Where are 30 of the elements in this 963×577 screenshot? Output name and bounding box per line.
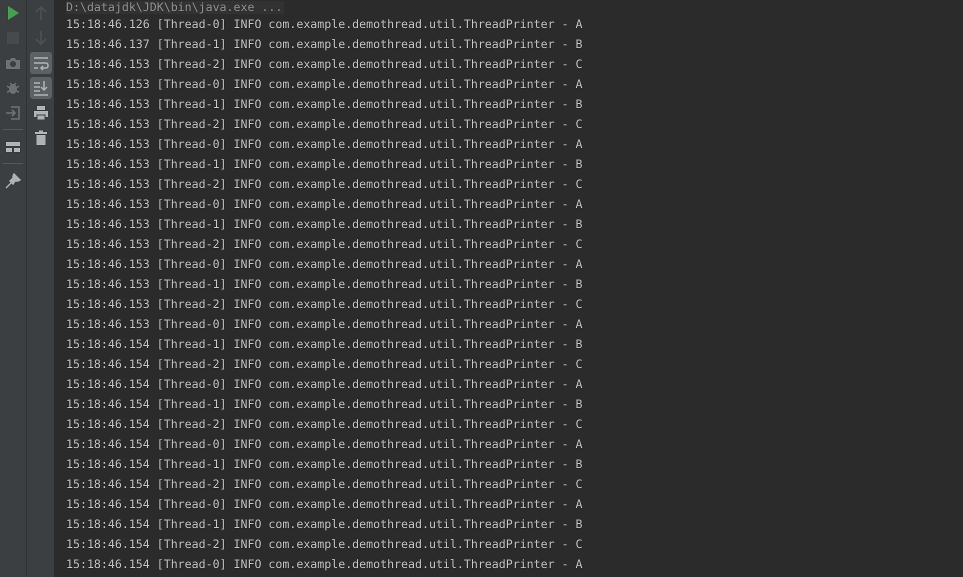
log-line: 15:18:46.153 [Thread-0] INFO com.example.demothread.util.ThreadPrinter - A [66, 136, 584, 153]
log-line: 15:18:46.154 [Thread-2] INFO com.example.demothread.util.ThreadPrinter - C [66, 356, 584, 373]
log-line: 15:18:46.154 [Thread-0] INFO com.example.demothread.util.ThreadPrinter - A [66, 376, 584, 393]
log-line: 15:18:46.126 [Thread-0] INFO com.example.demothread.util.ThreadPrinter - A [66, 16, 584, 33]
log-line: 15:18:46.153 [Thread-0] INFO com.example.demothread.util.ThreadPrinter - A [66, 316, 584, 333]
log-line: 15:18:46.153 [Thread-2] INFO com.example.demothread.util.ThreadPrinter - C [66, 56, 584, 73]
log-line: 15:18:46.153 [Thread-2] INFO com.example.demothread.util.ThreadPrinter - C [66, 236, 584, 253]
log-line: 15:18:46.154 [Thread-1] INFO com.example.demothread.util.ThreadPrinter - B [66, 396, 584, 413]
log-line: 15:18:46.153 [Thread-0] INFO com.example.demothread.util.ThreadPrinter - A [66, 76, 584, 93]
log-line: 15:18:46.153 [Thread-1] INFO com.example.demothread.util.ThreadPrinter - B [66, 96, 584, 113]
log-line: 15:18:46.154 [Thread-1] INFO com.example.demothread.util.ThreadPrinter - B [66, 336, 584, 353]
log-line: 15:18:46.153 [Thread-2] INFO com.example.demothread.util.ThreadPrinter - C [66, 176, 584, 193]
log-line: 15:18:46.153 [Thread-0] INFO com.example.demothread.util.ThreadPrinter - A [66, 256, 584, 273]
soft-wrap-icon[interactable] [30, 52, 52, 74]
log-line: 15:18:46.153 [Thread-1] INFO com.example.demothread.util.ThreadPrinter - B [66, 156, 584, 173]
log-line: 15:18:46.154 [Thread-1] INFO com.example.demothread.util.ThreadPrinter - B [66, 456, 584, 473]
log-line: 15:18:46.154 [Thread-0] INFO com.example.demothread.util.ThreadPrinter - A [66, 556, 584, 573]
log-line: 15:18:46.153 [Thread-1] INFO com.example.demothread.util.ThreadPrinter - B [66, 216, 584, 233]
log-line: 15:18:46.137 [Thread-1] INFO com.example.demothread.util.ThreadPrinter - B [66, 36, 584, 53]
log-line: 15:18:46.153 [Thread-1] INFO com.example.demothread.util.ThreadPrinter - B [66, 276, 584, 293]
log-line: 15:18:46.153 [Thread-2] INFO com.example.demothread.util.ThreadPrinter - C [66, 116, 584, 133]
log-line: 15:18:46.153 [Thread-2] INFO com.example.demothread.util.ThreadPrinter - C [66, 296, 584, 313]
log-line: 15:18:46.154 [Thread-0] INFO com.example.demothread.util.ThreadPrinter - A [66, 436, 584, 453]
log-line: 15:18:46.154 [Thread-2] INFO com.example.demothread.util.ThreadPrinter - C [66, 536, 584, 553]
scroll-to-end-icon[interactable] [30, 77, 52, 99]
log-line: 15:18:46.154 [Thread-2] INFO com.example.demothread.util.ThreadPrinter - C [66, 476, 584, 493]
log-line: 15:18:46.153 [Thread-0] INFO com.example.demothread.util.ThreadPrinter - A [66, 196, 584, 213]
log-line: 15:18:46.154 [Thread-1] INFO com.example.demothread.util.ThreadPrinter - B [66, 516, 584, 533]
log-line: 15:18:46.154 [Thread-2] INFO com.example.demothread.util.ThreadPrinter - C [66, 416, 584, 433]
log-line: 15:18:46.154 [Thread-0] INFO com.example.demothread.util.ThreadPrinter - A [66, 496, 584, 513]
